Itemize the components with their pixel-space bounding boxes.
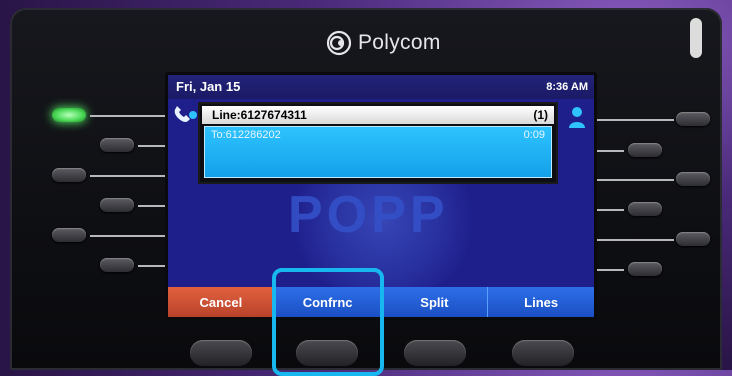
brand-name: Polycom [358,31,441,54]
guide-line [90,115,165,117]
softkey-split[interactable]: Split [380,287,488,317]
line-label: Line:6127674311 [212,108,307,122]
highlight-box [272,268,384,376]
status-time: 8:36 AM [546,81,588,93]
status-date: Fri, Jan 15 [176,79,241,94]
watermark-text: POPP [288,186,449,244]
person-icon [569,107,585,128]
line-panel[interactable]: Line:6127674311 (1) To:612286202 0:09 [198,102,558,184]
guide-line [594,179,674,181]
guide-line [594,239,674,241]
line-key-2[interactable] [100,138,134,152]
softkey-cancel[interactable]: Cancel [168,287,274,317]
status-bar: Fri, Jan 15 8:36 AM [168,75,594,99]
polycom-logo-icon [326,30,352,56]
active-call-row[interactable]: To:612286202 0:09 [204,126,552,178]
guide-line [594,269,624,271]
softkey-button-3[interactable] [404,340,466,366]
guide-line [594,150,624,152]
line-key-4[interactable] [100,198,134,212]
line-count: (1) [533,108,548,122]
line-key-12[interactable] [628,262,662,276]
line-key-1-led[interactable] [52,108,86,122]
line-key-11[interactable] [676,232,710,246]
softkey-button-1[interactable] [190,340,252,366]
call-duration: 0:09 [523,129,545,141]
line-key-6[interactable] [100,258,134,272]
line-header[interactable]: Line:6127674311 (1) [202,106,554,124]
line-key-3[interactable] [52,168,86,182]
line-key-8[interactable] [628,143,662,157]
call-destination: To:612286202 [211,129,281,141]
line-key-10[interactable] [628,202,662,216]
guide-line [138,205,165,207]
softkey-lines[interactable]: Lines [487,287,594,317]
line-key-9[interactable] [676,172,710,186]
guide-line [90,235,165,237]
guide-line [138,265,165,267]
softkey-button-4[interactable] [512,340,574,366]
line-key-5[interactable] [52,228,86,242]
guide-line [594,119,674,121]
guide-line [138,145,165,147]
handset-icon [174,106,197,122]
line-key-7[interactable] [676,112,710,126]
side-rail [690,18,702,58]
guide-line [90,175,165,177]
guide-line [594,209,624,211]
brand-logo: Polycom [326,28,441,58]
